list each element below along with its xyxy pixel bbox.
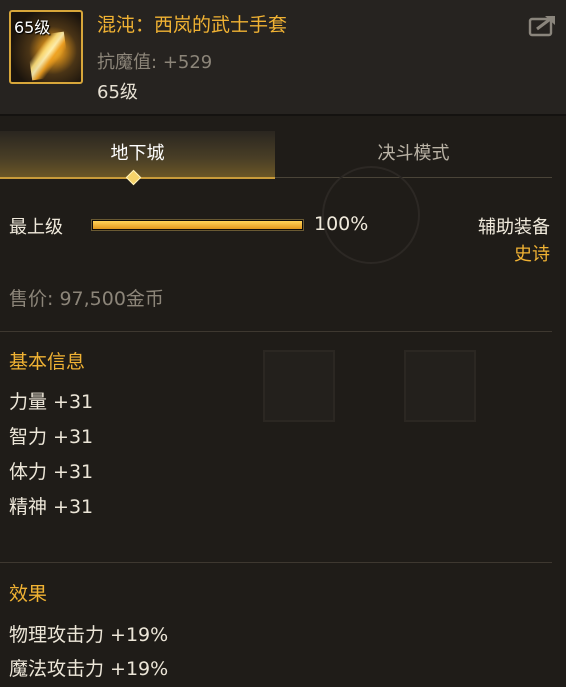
- magic-resist-label: 抗魔值:: [97, 52, 158, 73]
- sell-price: 售价: 97,500金币: [9, 288, 164, 310]
- basic-info-title: 基本信息: [9, 351, 86, 373]
- magic-resist-value: +529: [162, 52, 213, 73]
- effect-physical-attack: 物理攻击力 +19%: [9, 624, 169, 646]
- section-divider: [0, 562, 552, 563]
- effects-title: 效果: [9, 583, 48, 605]
- item-level: 65级: [97, 82, 138, 103]
- magic-resist: 抗魔值: +529: [97, 48, 212, 74]
- background-slot: [263, 350, 335, 422]
- upgrade-progress-bar: [91, 219, 304, 231]
- background-slot: [404, 350, 476, 422]
- upgrade-percent: 100%: [314, 213, 369, 235]
- item-name: 混沌：西岚的武士手套: [97, 14, 288, 36]
- item-icon-level-tag: 65级: [14, 18, 51, 37]
- stat-vitality: 体力 +31: [9, 461, 94, 483]
- header-divider: [0, 114, 566, 116]
- upgrade-label: 最上级: [9, 217, 63, 238]
- share-icon[interactable]: [528, 13, 558, 37]
- gauntlet-glyph: [26, 31, 70, 81]
- stat-spirit: 精神 +31: [9, 496, 94, 518]
- stat-intelligence: 智力 +31: [9, 426, 94, 448]
- effect-magic-attack: 魔法攻击力 +19%: [9, 658, 169, 680]
- rarity-label: 史诗: [514, 244, 550, 265]
- mode-tabs: 地下城 决斗模式: [0, 131, 552, 179]
- equipment-type-label: 辅助装备: [478, 217, 550, 238]
- tab-dungeon[interactable]: 地下城: [0, 131, 275, 179]
- tab-duel-mode[interactable]: 决斗模式: [275, 131, 552, 178]
- upgrade-progress-fill: [93, 221, 302, 229]
- gauntlet-icon[interactable]: 65级: [9, 10, 83, 84]
- stat-strength: 力量 +31: [9, 391, 94, 413]
- section-divider: [0, 331, 552, 332]
